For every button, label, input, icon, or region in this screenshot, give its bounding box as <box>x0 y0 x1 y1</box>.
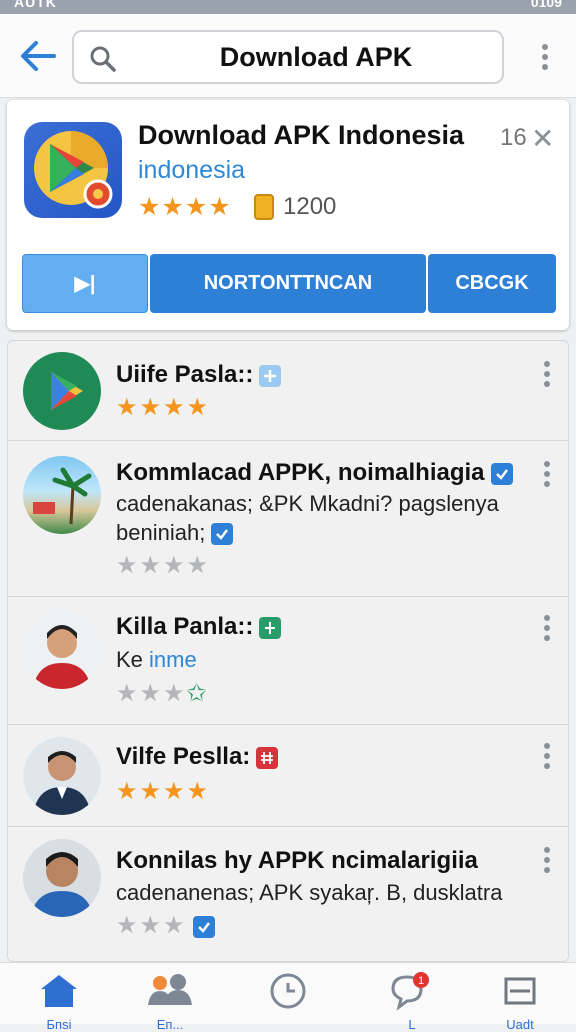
list-item-stars: ★★★ <box>116 911 215 940</box>
app-badge-number: 16 <box>500 124 527 151</box>
list-item[interactable]: Kommlacad APPK, noimalhiagia cadenakanas… <box>8 441 568 597</box>
beach-avatar-icon <box>23 456 101 534</box>
list-item-description: cadenanenas; APK syakaŗ. B, dusklatra <box>116 880 503 905</box>
list-item-title: Killa Panla:: <box>116 613 282 641</box>
app-action-buttons: ▶| NORTONTTNCAN CBCGK <box>22 254 556 313</box>
green-badge-icon <box>259 616 282 639</box>
item-menu-icon[interactable] <box>543 847 551 877</box>
verified-badge-icon <box>490 462 513 485</box>
install-button[interactable]: NORTONTTNCAN <box>150 254 426 313</box>
item-menu-icon[interactable] <box>543 743 551 773</box>
close-icon[interactable]: ✕ <box>531 122 554 155</box>
status-right-text: 0109 <box>530 0 562 10</box>
bottom-navigation: Бпѕі Еп... 1 L Uadt <box>0 962 576 1032</box>
back-arrow-icon[interactable] <box>18 36 58 76</box>
play-button[interactable]: ▶| <box>22 254 148 313</box>
item-menu-icon[interactable] <box>543 615 551 645</box>
list-item[interactable]: Konnilas hy APPK ncimalarigiia cadenanen… <box>8 827 568 961</box>
app-rating-stars: ★★★★ <box>138 193 232 221</box>
nav-chat-label: L <box>408 1017 416 1032</box>
list-item-description-line2: beniniah; <box>116 520 234 546</box>
nav-history[interactable] <box>258 971 318 1025</box>
search-query-text: Download APK <box>219 42 413 72</box>
app-rating-count: 1200 <box>283 193 337 220</box>
list-item[interactable]: Uiife Pasla:: ★★★★ <box>8 341 568 441</box>
results-list: Uiife Pasla:: ★★★★ Kommlacad APPK, noima… <box>7 340 569 962</box>
person-avatar-icon <box>23 737 101 815</box>
verified-badge-icon <box>192 915 215 938</box>
overflow-menu-icon[interactable] <box>541 44 549 74</box>
app-logo-icon <box>24 122 122 218</box>
item-menu-icon[interactable] <box>543 461 551 491</box>
nav-menu[interactable]: Uadt <box>490 971 550 1032</box>
item-menu-icon[interactable] <box>543 361 551 391</box>
list-item-title: Uiife Pasla:: <box>116 361 282 389</box>
list-item-description: cadenakanas; &PK Mkadni? pagslenya <box>116 491 499 516</box>
green-star-icon: ✩ <box>186 680 209 707</box>
friends-icon <box>148 974 192 1005</box>
nav-home-label: Бпѕі <box>46 1017 72 1032</box>
app-card: Download APK Indonesia indonesia ★★★★ 12… <box>7 100 569 330</box>
clock-icon <box>270 973 306 1009</box>
search-icon <box>88 44 118 74</box>
nav-chat[interactable]: 1 L <box>382 971 442 1032</box>
plus-badge-icon <box>259 364 282 387</box>
verified-badge-icon <box>211 523 234 546</box>
coin-icon <box>254 194 274 220</box>
list-item-description: Ke inme <box>116 647 197 672</box>
list-item[interactable]: Vilfe Peslla: ★★★★ <box>8 725 568 827</box>
list-item-stars: ★★★★ <box>116 778 211 805</box>
top-bar: Download APK <box>0 14 576 98</box>
list-item-stars: ★★★✩ <box>116 680 209 707</box>
status-left-text: AUTK <box>14 0 57 10</box>
home-icon <box>41 975 77 1007</box>
list-item-stars: ★★★★ <box>116 394 211 421</box>
app-title: Download APK Indonesia <box>138 120 465 150</box>
svg-text:1: 1 <box>418 975 424 987</box>
chat-icon: 1 <box>391 972 429 1011</box>
list-item-title: Kommlacad APPK, noimalhiagia <box>116 459 513 487</box>
status-bar: AUTK 0109 <box>0 0 576 14</box>
app-subtitle[interactable]: indonesia <box>138 156 245 185</box>
check-button[interactable]: CBCGK <box>428 254 556 313</box>
nav-friends-label: Еп... <box>156 1017 184 1032</box>
search-input[interactable]: Download APK <box>72 30 504 84</box>
list-item-stars: ★★★★ <box>116 552 211 579</box>
red-badge-icon <box>256 746 279 769</box>
person-avatar-icon <box>23 839 101 917</box>
nav-home[interactable]: Бпѕі <box>29 971 89 1032</box>
list-item[interactable]: Killa Panla:: Ke inme ★★★✩ <box>8 597 568 725</box>
nav-friends[interactable]: Еп... <box>140 971 200 1032</box>
play-store-avatar-icon <box>23 352 101 430</box>
person-avatar-icon <box>23 611 101 689</box>
nav-menu-label: Uadt <box>506 1017 534 1032</box>
list-item-title: Konnilas hy APPK ncimalarigiia <box>116 847 478 874</box>
window-icon <box>504 977 536 1005</box>
list-item-title: Vilfe Peslla: <box>116 743 279 771</box>
